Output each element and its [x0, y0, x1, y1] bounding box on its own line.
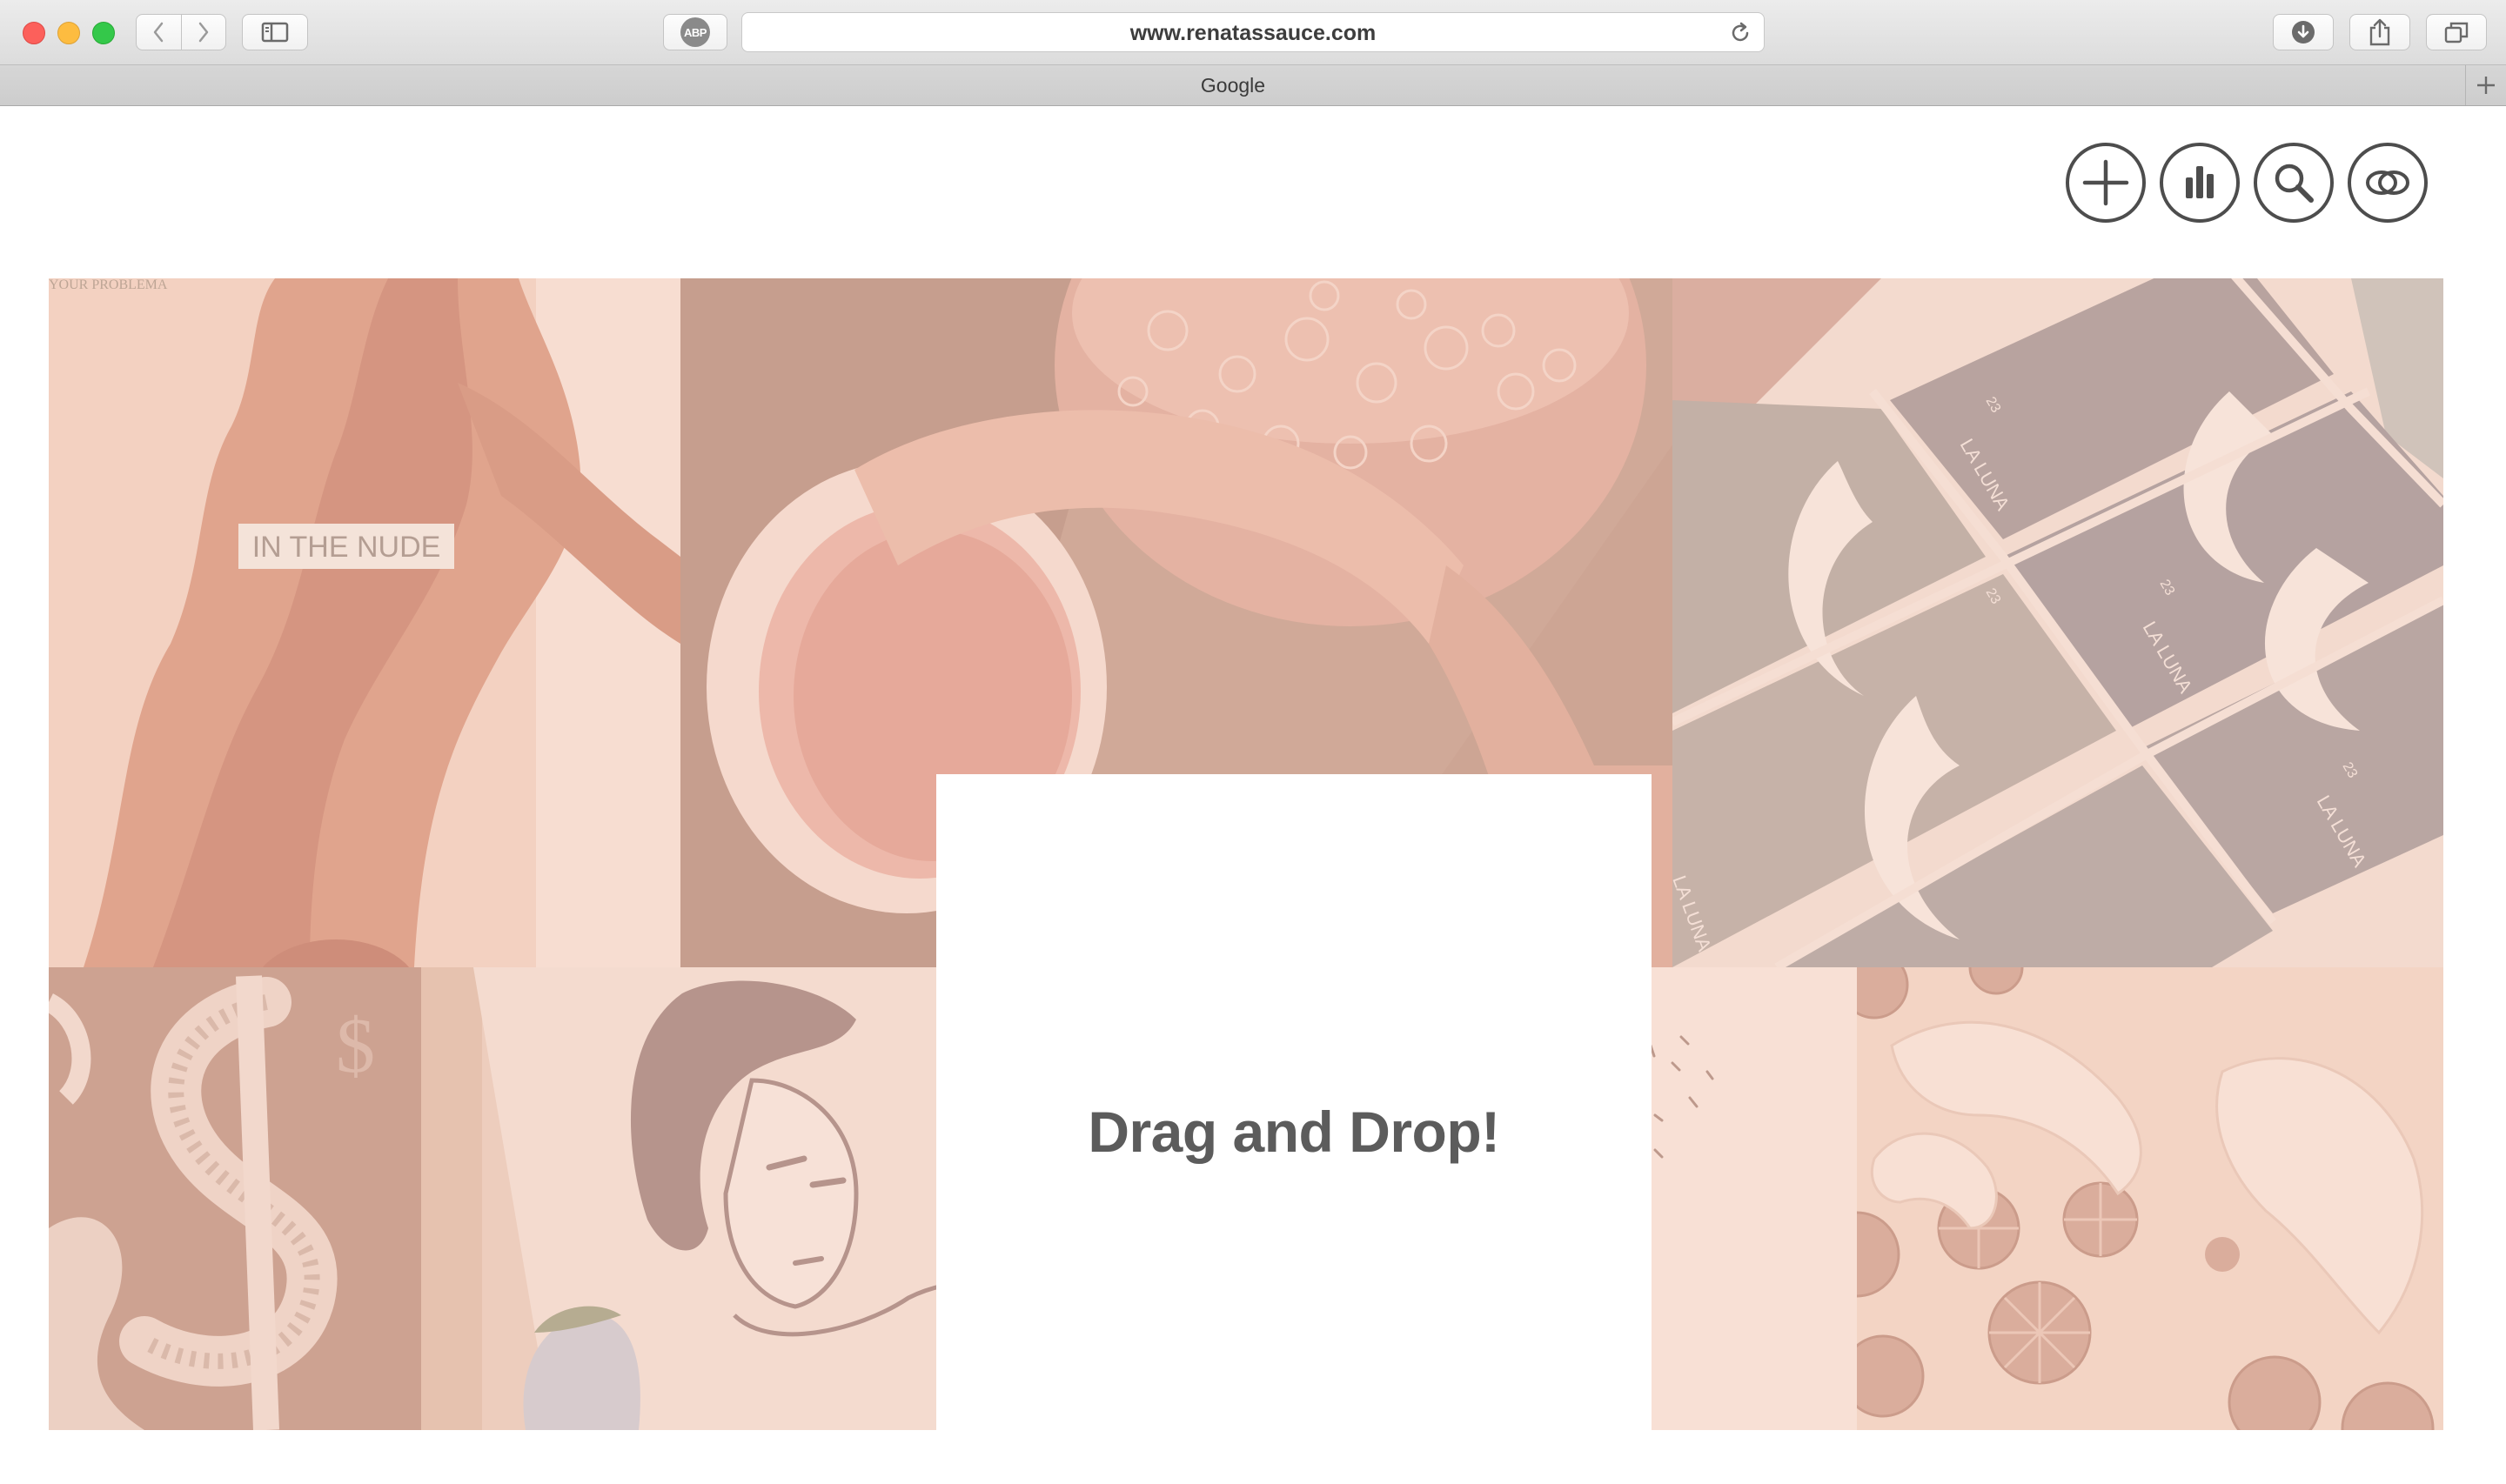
nude-header-text: YOUR PROBLEMA: [49, 278, 168, 292]
search-button[interactable]: [2254, 143, 2334, 223]
clay-hands-image: [1857, 967, 2443, 1430]
downloads-button[interactable]: [2273, 14, 2334, 50]
share-button[interactable]: [2349, 14, 2410, 50]
url-text: www.renatassauce.com: [1129, 21, 1377, 45]
tabs-icon: [2444, 22, 2469, 43]
dropzone-label: Drag and Drop!: [1088, 1100, 1500, 1164]
photo-collage: IN THE NUDE YOUR PROBLEMA LA LUNA LA LUN…: [49, 278, 2443, 1430]
share-icon: [2369, 18, 2390, 46]
sidebar-icon: [261, 22, 289, 43]
sidebar-toggle-button[interactable]: [242, 14, 308, 50]
tab-bar: Google: [0, 65, 2506, 106]
collage-photo-nude-painting[interactable]: IN THE NUDE YOUR PROBLEMA: [49, 278, 680, 967]
tab-google[interactable]: Google: [0, 65, 2466, 105]
collage-photo-la-luna-cards[interactable]: LA LUNA LA LUNA LA LUNA LA LUNA 23 23 23…: [1672, 278, 2443, 967]
dollar-glyph: $: [336, 1003, 375, 1089]
nude-caption: IN THE NUDE: [252, 531, 441, 564]
collage-photo-clay-hands[interactable]: [1857, 967, 2443, 1430]
browser-toolbar: ABP www.renatassauce.com: [0, 0, 2506, 65]
adblock-icon: ABP: [680, 17, 710, 47]
address-bar[interactable]: www.renatassauce.com: [741, 12, 1765, 52]
collage-photo-dollar-brush[interactable]: $: [49, 967, 421, 1430]
reload-icon[interactable]: [1729, 22, 1752, 44]
new-tab-button[interactable]: [2465, 65, 2506, 105]
page-action-icons: [2066, 143, 2428, 223]
add-button[interactable]: [2066, 143, 2146, 223]
nude-painting-image: IN THE NUDE YOUR PROBLEMA: [49, 278, 680, 967]
minimize-window-button[interactable]: [57, 22, 80, 44]
bar-chart-icon: [2186, 166, 2214, 198]
plus-icon: [2477, 77, 2495, 94]
zoom-window-button[interactable]: [92, 22, 115, 44]
adblock-button[interactable]: ABP: [663, 14, 727, 50]
drag-and-drop-zone[interactable]: Drag and Drop!: [936, 774, 1652, 1430]
tab-overview-button[interactable]: [2426, 14, 2487, 50]
back-forward-group: [136, 14, 226, 50]
chevron-right-icon: [198, 22, 208, 43]
plus-icon: [2082, 159, 2129, 206]
eye-icon: [2366, 170, 2409, 195]
la-luna-cards-image: LA LUNA LA LUNA LA LUNA LA LUNA 23 23 23…: [1672, 278, 2443, 967]
chevron-left-icon: [154, 22, 164, 43]
back-button[interactable]: [137, 15, 181, 50]
download-icon: [2292, 21, 2315, 43]
stats-button[interactable]: [2160, 143, 2240, 223]
dollar-brush-image: $: [49, 967, 421, 1430]
view-button[interactable]: [2348, 143, 2428, 223]
forward-button[interactable]: [180, 15, 226, 50]
search-icon: [2275, 164, 2314, 203]
close-window-button[interactable]: [23, 22, 45, 44]
